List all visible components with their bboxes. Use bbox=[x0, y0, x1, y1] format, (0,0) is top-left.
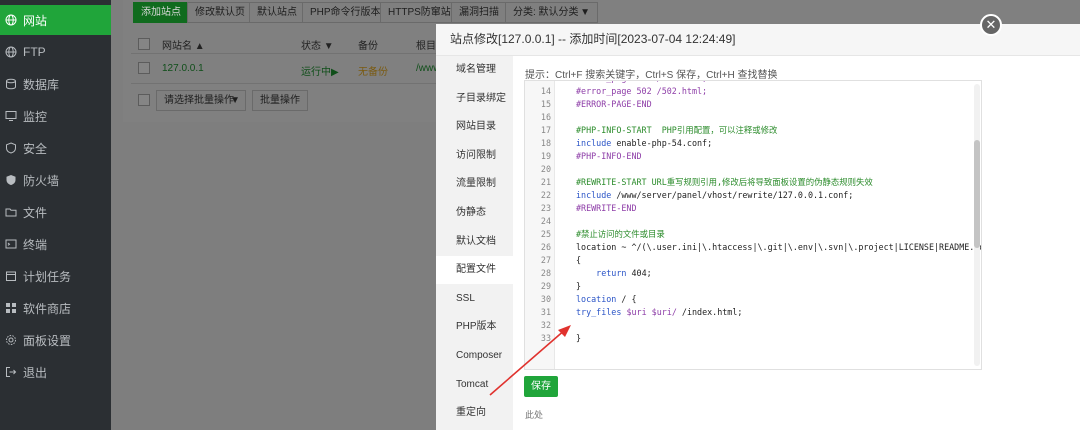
watermark-overlay bbox=[996, 340, 1080, 430]
arrow-shaft bbox=[489, 328, 567, 396]
annotation-arrow bbox=[489, 325, 571, 396]
